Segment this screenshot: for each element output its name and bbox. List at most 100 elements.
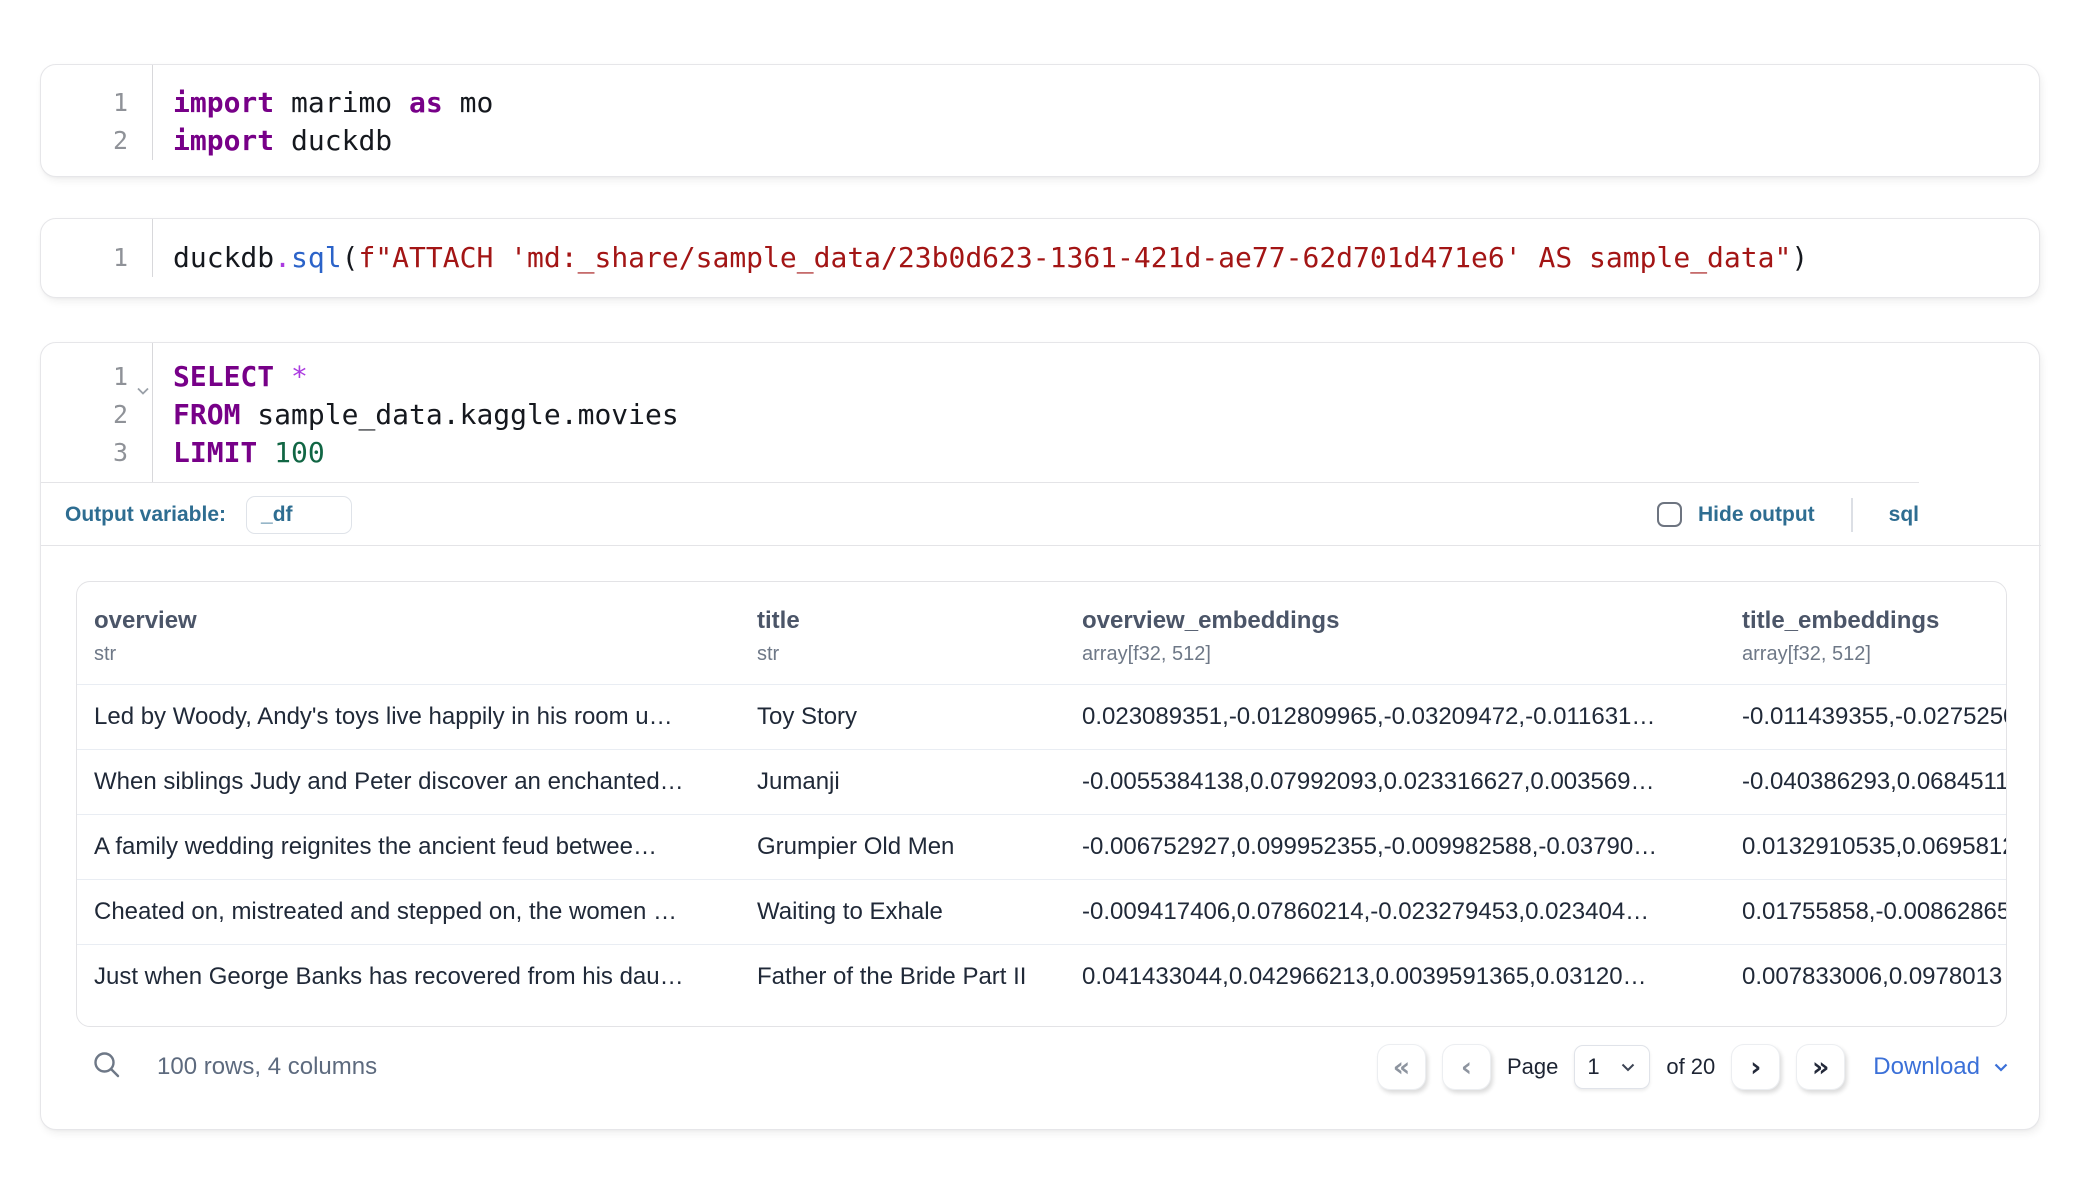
table-row[interactable]: Cheated on, mistreated and stepped on, t… xyxy=(77,880,2007,945)
line-number: 1 xyxy=(41,239,128,277)
column-header-title[interactable]: titlestr xyxy=(740,582,1065,685)
chevron-down-icon xyxy=(1619,1058,1637,1076)
code-cell-attach: 1 duckdb.sql(f"ATTACH 'md:_share/sample_… xyxy=(40,218,2040,298)
cell-overview-embeddings: -0.009417406,0.07860214,-0.023279453,0.0… xyxy=(1065,880,1725,945)
cell-overview: When siblings Judy and Peter discover an… xyxy=(77,750,740,815)
language-badge-sql[interactable]: sql xyxy=(1889,503,1919,527)
code-token: ( xyxy=(342,241,359,274)
column-header-overview-embeddings[interactable]: overview_embeddings array[f32, 512] xyxy=(1065,582,1725,685)
number-token: 100 xyxy=(257,436,324,469)
column-name: overview xyxy=(94,607,724,635)
output-variable-label: Output variable: xyxy=(65,503,226,527)
keyword-token: as xyxy=(409,86,443,119)
dataframe-table: overview str titlestr overview_embeddings… xyxy=(77,582,2007,1010)
search-icon[interactable] xyxy=(91,1049,123,1086)
code-line[interactable]: import marimo as mo xyxy=(173,84,493,122)
column-dtype: array[f32, 512] xyxy=(1082,643,1709,666)
cell-title-embeddings: -0.040386293,0.0684511 xyxy=(1725,750,2007,815)
row-count-summary: 100 rows, 4 columns xyxy=(157,1053,377,1081)
code-token: duckdb xyxy=(274,124,392,157)
cell-overview: Led by Woody, Andy's toys live happily i… xyxy=(77,685,740,750)
line-number-gutter: 1 2 xyxy=(41,65,153,160)
line-number: 2 xyxy=(41,396,128,434)
output-variable-value: _df xyxy=(261,503,293,527)
cell-overview: A family wedding reignites the ancient f… xyxy=(77,815,740,880)
download-button[interactable]: Download xyxy=(1873,1053,2011,1081)
code-line[interactable]: SELECT * xyxy=(173,358,679,396)
previous-page-button[interactable]: ‹ xyxy=(1442,1044,1491,1090)
code-token: duckdb xyxy=(173,241,274,274)
download-label: Download xyxy=(1873,1053,1980,1081)
line-number: 1 xyxy=(41,84,128,122)
last-page-button[interactable]: » xyxy=(1796,1044,1845,1090)
code-token: sample_data.kaggle.movies xyxy=(240,398,678,431)
cell-title: Waiting to Exhale xyxy=(740,880,1065,945)
cell-title-embeddings: 0.0132910535,0.0695812 xyxy=(1725,815,2007,880)
operator-token: * xyxy=(274,360,308,393)
column-header-overview[interactable]: overview str xyxy=(77,582,740,685)
output-toolbar: Output variable: _df Hide output sql xyxy=(41,484,2041,546)
first-page-button[interactable]: « xyxy=(1377,1044,1426,1090)
line-number-gutter: 1 xyxy=(41,219,153,277)
column-dtype: str xyxy=(94,643,724,666)
column-name: title xyxy=(757,607,1049,635)
line-number: 3 xyxy=(41,434,128,472)
cell-overview-embeddings: 0.041433044,0.042966213,0.0039591365,0.0… xyxy=(1065,945,1725,1010)
table-row[interactable]: A family wedding reignites the ancient f… xyxy=(77,815,2007,880)
code-editor[interactable]: 1 2 import marimo as mo import duckdb xyxy=(41,65,2039,160)
line-number: 1 xyxy=(41,358,128,396)
double-chevron-right-icon: » xyxy=(1812,1052,1829,1083)
code-cell-imports: 1 2 import marimo as mo import duckdb xyxy=(40,64,2040,177)
hide-output-label[interactable]: Hide output xyxy=(1698,503,1815,527)
cell-title: Grumpier Old Men xyxy=(740,815,1065,880)
table-row[interactable]: When siblings Judy and Peter discover an… xyxy=(77,750,2007,815)
column-name: title_embeddings xyxy=(1742,607,2007,635)
code-lines[interactable]: duckdb.sql(f"ATTACH 'md:_share/sample_da… xyxy=(153,219,1808,277)
code-line[interactable]: duckdb.sql(f"ATTACH 'md:_share/sample_da… xyxy=(173,239,1808,277)
chevron-left-icon: ‹ xyxy=(1461,1052,1472,1083)
hide-output-checkbox[interactable] xyxy=(1657,502,1682,527)
code-editor[interactable]: 1 duckdb.sql(f"ATTACH 'md:_share/sample_… xyxy=(41,219,2039,277)
table-footer: 100 rows, 4 columns « ‹ Page 1 of 20 › »… xyxy=(41,1037,2041,1097)
dataframe-table-card: overview str titlestr overview_embeddings… xyxy=(76,581,2007,1027)
code-lines[interactable]: import marimo as mo import duckdb xyxy=(153,65,493,160)
cell-title-embeddings: 0.01755858,-0.00862865 xyxy=(1725,880,2007,945)
keyword-token: import xyxy=(173,86,274,119)
code-editor[interactable]: 1 2 3 SELECT * FROM sample_data.kaggle.m… xyxy=(41,343,1919,483)
double-chevron-left-icon: « xyxy=(1393,1052,1410,1083)
next-page-button[interactable]: › xyxy=(1731,1044,1780,1090)
code-line[interactable]: import duckdb xyxy=(173,122,493,160)
cell-overview: Just when George Banks has recovered fro… xyxy=(77,945,740,1010)
table-header-row: overview str titlestr overview_embeddings… xyxy=(77,582,2007,685)
table-row[interactable]: Just when George Banks has recovered fro… xyxy=(77,945,2007,1010)
cell-overview-embeddings: -0.0055384138,0.07992093,0.023316627,0.0… xyxy=(1065,750,1725,815)
line-number-gutter: 1 2 3 xyxy=(41,343,153,482)
page-select-value: 1 xyxy=(1587,1054,1599,1080)
keyword-token: FROM xyxy=(173,398,240,431)
function-token: sql xyxy=(291,241,342,274)
table-row[interactable]: Led by Woody, Andy's toys live happily i… xyxy=(77,685,2007,750)
cell-overview-embeddings: -0.006752927,0.099952355,-0.009982588,-0… xyxy=(1065,815,1725,880)
code-token: marimo xyxy=(274,86,409,119)
column-dtype: array[f32, 512] xyxy=(1742,643,2007,666)
sql-cell: 1 2 3 SELECT * FROM sample_data.kaggle.m… xyxy=(40,342,2040,1130)
cell-title: Jumanji xyxy=(740,750,1065,815)
code-token: mo xyxy=(443,86,494,119)
fold-chevron-down-icon[interactable] xyxy=(136,371,150,409)
page-total-label: of 20 xyxy=(1666,1054,1715,1080)
toolbar-divider xyxy=(1851,498,1853,532)
code-lines[interactable]: SELECT * FROM sample_data.kaggle.movies … xyxy=(153,343,679,482)
cell-title-embeddings: 0.007833006,0.0978013 xyxy=(1725,945,2007,1010)
cell-overview-embeddings: 0.023089351,-0.012809965,-0.03209472,-0.… xyxy=(1065,685,1725,750)
cell-title-embeddings: -0.011439355,-0.027525006 xyxy=(1725,685,2007,750)
page-label: Page xyxy=(1507,1054,1558,1080)
line-number: 2 xyxy=(41,122,128,160)
operator-token: . xyxy=(274,241,291,274)
output-variable-input[interactable]: _df xyxy=(246,496,352,534)
column-header-title-embeddings[interactable]: title_embeddings array[f32, 512] xyxy=(1725,582,2007,685)
code-line[interactable]: LIMIT 100 xyxy=(173,434,679,472)
code-line[interactable]: FROM sample_data.kaggle.movies xyxy=(173,396,679,434)
column-name: overview_embeddings xyxy=(1082,607,1709,635)
pagination: « ‹ Page 1 of 20 › » xyxy=(1377,1044,1845,1090)
page-select[interactable]: 1 xyxy=(1574,1045,1650,1089)
